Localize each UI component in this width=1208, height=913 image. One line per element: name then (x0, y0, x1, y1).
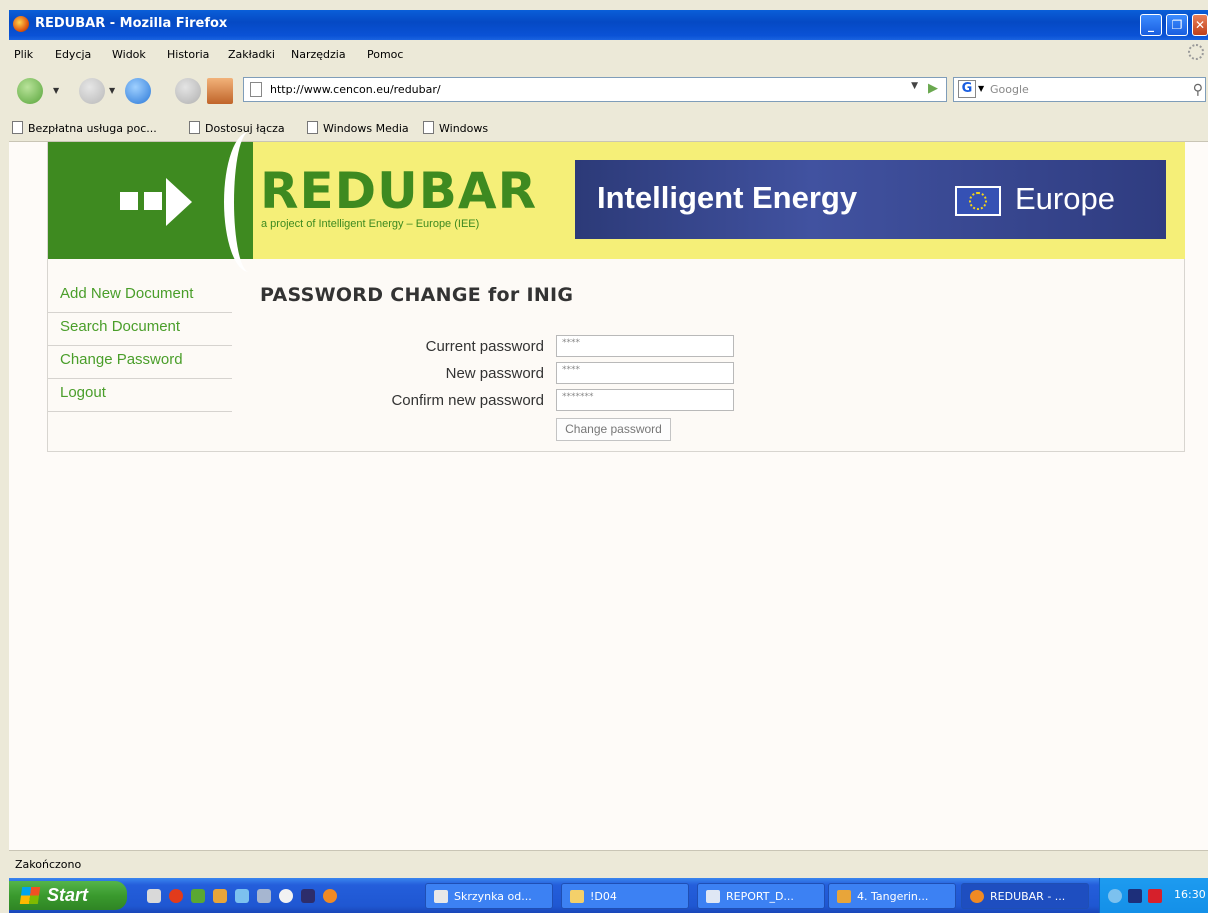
outlook-icon (434, 890, 448, 903)
url-dropdown-icon[interactable]: ▼ (911, 81, 918, 91)
search-placeholder[interactable]: Google (990, 83, 1029, 96)
page-title: PASSWORD CHANGE for INIG (260, 284, 574, 306)
maximize-button[interactable]: ❐ (1166, 14, 1188, 36)
page-icon (250, 82, 262, 97)
window-title-bar[interactable]: REDUBAR - Mozilla Firefox _ ❐ ✕ (9, 10, 1208, 40)
change-password-button[interactable]: Change password (556, 418, 671, 441)
firefox-icon (970, 890, 984, 903)
iee-banner-europe: Europe (1015, 181, 1115, 216)
bookmark-page-icon (189, 121, 200, 134)
forward-dropdown-icon[interactable]: ▼ (109, 86, 115, 95)
sidebar-item-logout[interactable]: Logout (48, 379, 232, 412)
site-banner: REDUBAR a project of Intelligent Energy … (48, 132, 1185, 272)
throbber-icon (1188, 44, 1204, 60)
bookmark-item[interactable]: Dostosuj łącza (189, 121, 285, 135)
new-password-label: New password (445, 365, 544, 382)
clock: 16:30 (1174, 888, 1206, 901)
menu-bar: Plik Edycja Widok Historia Zakładki Narz… (9, 40, 1208, 68)
confirm-password-label: Confirm new password (391, 392, 544, 409)
quicklaunch-icon[interactable] (213, 889, 227, 903)
quicklaunch-icon[interactable] (301, 889, 315, 903)
menu-pomoc[interactable]: Pomoc (367, 48, 403, 61)
bookmarks-toolbar: Bezpłatna usługa poc... Dostosuj łącza W… (9, 114, 1208, 142)
bookmark-page-icon (307, 121, 318, 134)
taskbar-button[interactable]: REPORT_D... (697, 883, 825, 909)
bookmark-page-icon (12, 121, 23, 134)
new-password-field[interactable]: **** (556, 362, 734, 384)
tray-icon[interactable] (1148, 889, 1162, 903)
windows-logo-icon (19, 887, 41, 904)
bookmark-page-icon (423, 121, 434, 134)
quicklaunch-icon[interactable] (191, 889, 205, 903)
search-bar[interactable]: G ▼ Google ⚲ (953, 77, 1206, 102)
forward-arrow-icon[interactable] (79, 78, 105, 104)
close-button[interactable]: ✕ (1192, 14, 1208, 36)
page-viewport: REDUBAR a project of Intelligent Energy … (9, 132, 1208, 850)
iee-banner-text: Intelligent Energy (597, 180, 858, 215)
confirm-password-field[interactable]: ******* (556, 389, 734, 411)
minimize-button[interactable]: _ (1140, 14, 1162, 36)
back-arrow-icon[interactable] (17, 78, 43, 104)
tray-expand-icon[interactable] (1108, 889, 1122, 903)
menu-plik[interactable]: Plik (14, 48, 33, 61)
taskbar-button[interactable]: 4. Tangerin... (828, 883, 956, 909)
navigation-toolbar: ▼ ▼ http://www.cencon.eu/redubar/ ▼ ▶ G … (9, 68, 1208, 114)
tray-icon[interactable] (1128, 889, 1142, 903)
windows-taskbar: Start Skrzynka od... !D04 REPORT_D... 4.… (9, 878, 1208, 913)
menu-historia[interactable]: Historia (167, 48, 209, 61)
logo-green-panel (48, 142, 253, 259)
current-password-label: Current password (425, 338, 544, 355)
url-text[interactable]: http://www.cencon.eu/redubar/ (270, 83, 441, 96)
eu-flag-icon (955, 186, 1001, 216)
iee-banner[interactable]: Intelligent Energy Europe (575, 160, 1166, 239)
firefox-icon (13, 16, 29, 32)
bookmark-item[interactable]: Windows Media (307, 121, 409, 135)
media-icon (837, 890, 851, 903)
sidebar-item-add-new-document[interactable]: Add New Document (48, 280, 232, 313)
document-icon (706, 890, 720, 903)
bookmark-item[interactable]: Bezpłatna usługa poc... (12, 121, 157, 135)
sidebar-menu: Add New Document Search Document Change … (48, 280, 232, 412)
window-title: REDUBAR - Mozilla Firefox (35, 16, 228, 31)
quicklaunch-icon[interactable] (279, 889, 293, 903)
logo-subtitle: a project of Intelligent Energy – Europe… (261, 218, 480, 230)
redubar-arrow-icon (120, 178, 220, 226)
sidebar-item-change-password[interactable]: Change Password (48, 346, 232, 379)
start-button[interactable]: Start (9, 881, 127, 910)
google-engine-icon[interactable]: G (958, 80, 976, 98)
quicklaunch-icon[interactable] (147, 889, 161, 903)
folder-icon (570, 890, 584, 903)
home-icon[interactable] (207, 78, 233, 104)
quicklaunch-icon[interactable] (323, 889, 337, 903)
engine-dropdown-icon[interactable]: ▼ (978, 84, 984, 93)
quicklaunch-icon[interactable] (169, 889, 183, 903)
go-arrow-icon[interactable]: ▶ (928, 81, 938, 96)
url-bar[interactable]: http://www.cencon.eu/redubar/ ▼ ▶ (243, 77, 947, 102)
search-magnifier-icon[interactable]: ⚲ (1193, 82, 1203, 98)
system-tray: 16:30 (1099, 878, 1208, 913)
reload-icon[interactable] (125, 78, 151, 104)
quicklaunch-icon[interactable] (235, 889, 249, 903)
current-password-field[interactable]: **** (556, 335, 734, 357)
stop-icon[interactable] (175, 78, 201, 104)
bookmark-item[interactable]: Windows (423, 121, 488, 135)
menu-edycja[interactable]: Edycja (55, 48, 91, 61)
back-dropdown-icon[interactable]: ▼ (53, 86, 59, 95)
quicklaunch-icon[interactable] (257, 889, 271, 903)
site-container: REDUBAR a project of Intelligent Energy … (47, 132, 1185, 452)
menu-zakladki[interactable]: Zakładki (228, 48, 275, 61)
sidebar-item-search-document[interactable]: Search Document (48, 313, 232, 346)
taskbar-button-active[interactable]: REDUBAR - ... (961, 883, 1089, 909)
taskbar-button[interactable]: Skrzynka od... (425, 883, 553, 909)
taskbar-button[interactable]: !D04 (561, 883, 689, 909)
redubar-logo[interactable]: REDUBAR (260, 164, 537, 218)
status-text: Zakończono (15, 858, 82, 871)
menu-narzedzia[interactable]: Narzędzia (291, 48, 346, 61)
status-bar: Zakończono (9, 850, 1208, 878)
menu-widok[interactable]: Widok (112, 48, 146, 61)
